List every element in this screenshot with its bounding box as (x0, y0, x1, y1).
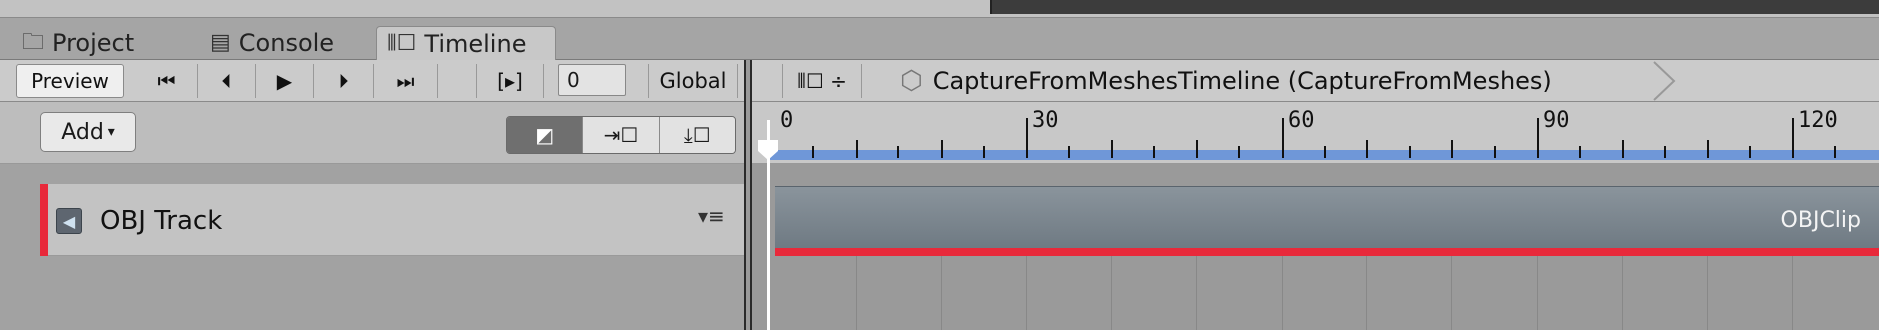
replace-mode-button[interactable]: ⤓☐ (659, 117, 735, 153)
grid-line (856, 256, 857, 330)
ruler-tick (1409, 146, 1411, 158)
ruler-tick (1537, 118, 1539, 158)
track-type-icon: ◀ (56, 208, 82, 234)
next-frame-button[interactable]: ⏵ (314, 64, 374, 98)
ruler-tick (1451, 140, 1453, 158)
breadcrumb[interactable]: ⬡ CaptureFromMeshesTimeline (CaptureFrom… (900, 62, 1552, 100)
ruler-tick (897, 146, 899, 158)
track-color-bar (40, 184, 48, 256)
panel-splitter[interactable] (744, 60, 752, 330)
ruler-tick (812, 146, 814, 158)
tab-console-label: Console (238, 29, 335, 57)
track-menu-icon[interactable]: ▾≡ (698, 204, 725, 228)
tab-timeline[interactable]: ⦀☐ Timeline (376, 26, 556, 60)
step-forward-icon: ⏵ (338, 69, 349, 93)
ruler-label: 30 (1032, 108, 1059, 133)
breadcrumb-arrow-icon (1653, 61, 1676, 101)
go-to-end-button[interactable]: ⏭ (374, 64, 438, 98)
add-track-button[interactable]: Add ▾ (40, 112, 136, 152)
ripple-mode-button[interactable]: ⇥☐ (583, 117, 660, 153)
ruler-label: 0 (780, 108, 794, 133)
tab-timeline-label: Timeline (424, 29, 527, 58)
grid-line (1537, 256, 1538, 330)
ruler-tick (1749, 146, 1751, 158)
ruler-tick (941, 140, 943, 158)
tab-project-label: Project (52, 29, 135, 57)
frame-value: 0 (567, 68, 580, 92)
global-label: Global (659, 69, 727, 93)
ruler-tick (1238, 146, 1240, 158)
breadcrumb-label: CaptureFromMeshesTimeline (CaptureFromMe… (932, 67, 1552, 95)
mix-mode-button[interactable]: ◩ (507, 117, 584, 153)
ruler-tick (1366, 140, 1368, 158)
preview-button[interactable]: Preview (16, 64, 124, 98)
ruler-tick (1068, 146, 1070, 158)
ruler-tick (1111, 140, 1113, 158)
grid-line (1026, 256, 1027, 330)
ruler-tick (1834, 146, 1836, 158)
ruler-label: 120 (1798, 108, 1838, 133)
play-button[interactable]: ▶ (256, 64, 314, 98)
ruler-tick (1707, 140, 1709, 158)
tab-console[interactable]: ▤ Console (200, 26, 344, 60)
tab-project[interactable]: 🗀 Project (12, 26, 144, 60)
dropdown-arrow-icon: ▾ (107, 124, 115, 140)
ruler-label: 90 (1543, 108, 1570, 133)
grid-line (1792, 256, 1793, 330)
mix-mode-icon: ◩ (535, 123, 555, 147)
grid-line (1707, 256, 1708, 330)
frame-input[interactable]: 0 (558, 64, 626, 96)
folder-icon: 🗀 (22, 30, 45, 55)
timeline-view-menu[interactable]: ⦀☐ ÷ (782, 64, 862, 98)
ripple-mode-icon: ⇥☐ (603, 123, 639, 147)
ruler-tick (1622, 140, 1624, 158)
grid-line (1622, 256, 1623, 330)
ruler-tick (1196, 140, 1198, 158)
preview-label: Preview (31, 69, 109, 93)
play-icon: ▶ (276, 69, 293, 93)
console-icon: ▤ (210, 30, 231, 55)
step-back-icon: ⏴ (221, 69, 232, 93)
track-name: OBJ Track (100, 206, 223, 236)
replace-mode-icon: ⤓☐ (683, 123, 711, 147)
play-range-icon: [▸] (497, 69, 523, 93)
timeline-icon: ⦀☐ (387, 30, 417, 56)
ruler-tick (1664, 146, 1666, 158)
ruler-tick (1579, 146, 1581, 158)
go-to-start-button[interactable]: ⏮ (136, 64, 198, 98)
global-button[interactable]: Global (648, 64, 738, 98)
ruler-tick (1494, 146, 1496, 158)
clip-name: OBJClip (1780, 208, 1861, 233)
track-list-empty (0, 256, 744, 330)
grid-line (1451, 256, 1452, 330)
ruler-tick (1026, 118, 1028, 158)
view-menu-label: ⦀☐ ÷ (797, 69, 847, 93)
previous-frame-button[interactable]: ⏴ (198, 64, 256, 98)
play-range-button[interactable]: [▸] (476, 64, 544, 98)
add-label: Add (61, 119, 104, 145)
cube-icon: ⬡ (900, 66, 923, 96)
grid-line (941, 256, 942, 330)
grid-line (1366, 256, 1367, 330)
track-list-gap (0, 164, 744, 184)
ruler-tick (1324, 146, 1326, 158)
skip-start-icon: ⏮ (157, 69, 176, 93)
ruler-tick (1153, 146, 1155, 158)
grid-line (1282, 256, 1283, 330)
ruler-tick (983, 146, 985, 158)
obj-clip[interactable] (775, 186, 1879, 248)
ruler-label: 60 (1288, 108, 1315, 133)
clip-track-color-bar (775, 248, 1879, 256)
scene-view-edge (990, 0, 1879, 14)
grid-line (1111, 256, 1112, 330)
ruler-tick (856, 140, 858, 158)
ruler-tick (1282, 118, 1284, 158)
ruler-tick (1792, 118, 1794, 158)
skip-end-icon: ⏭ (396, 69, 415, 93)
grid-line (1196, 256, 1197, 330)
edit-mode-group: ◩ ⇥☐ ⤓☐ (506, 116, 736, 154)
